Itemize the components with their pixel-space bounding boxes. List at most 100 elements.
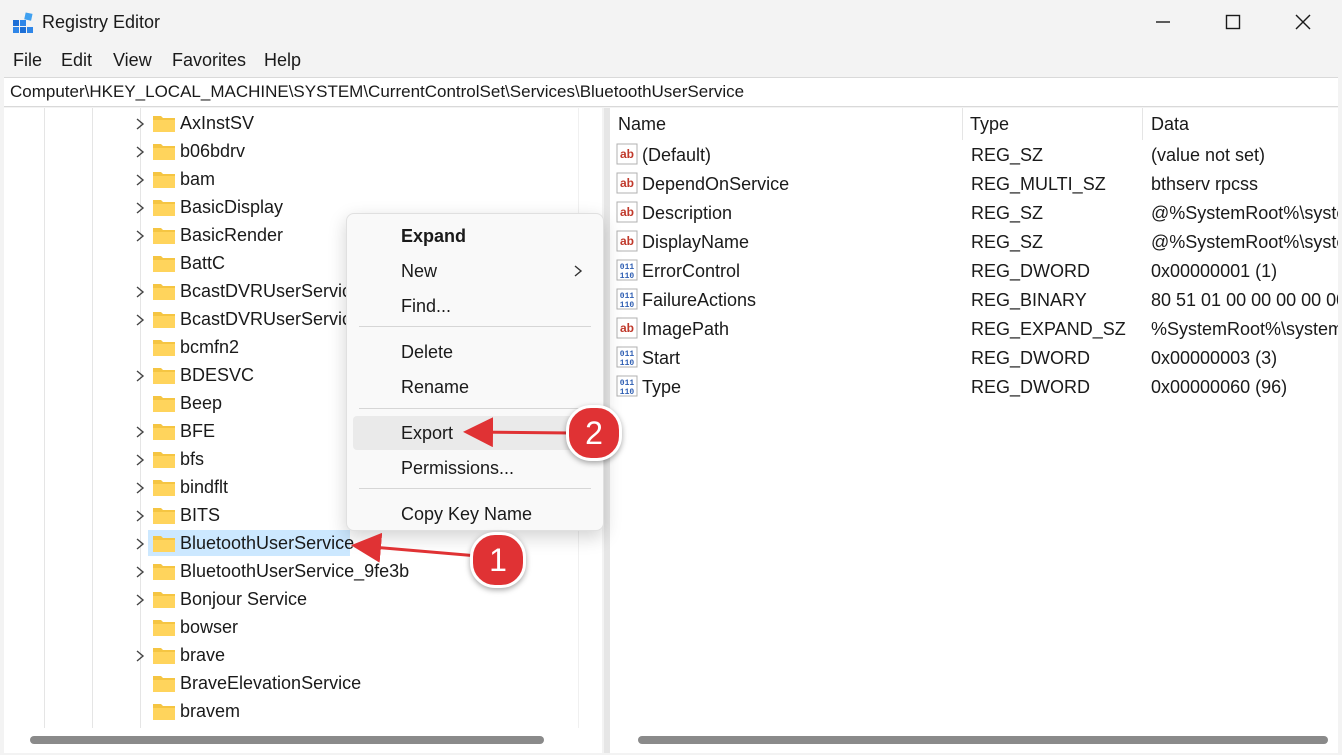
svg-text:ab: ab (620, 147, 634, 161)
folder-icon (153, 284, 175, 300)
value-data: @%SystemRoot%\system32\Microsoft.Bluetoo… (1151, 203, 1338, 223)
context-menu-item-copy-key-name[interactable]: Copy Key Name (353, 497, 597, 531)
context-menu-item-label: Export (401, 423, 454, 443)
folder-icon (153, 480, 175, 496)
string-value-icon: ab (616, 143, 638, 165)
value-row[interactable]: ab DisplayName REG_SZ @%SystemRoot%\system3… (610, 228, 1338, 257)
value-type: REG_EXPAND_SZ (971, 319, 1126, 339)
chevron-right-icon[interactable] (134, 229, 146, 243)
tree-item[interactable]: bowser (4, 614, 594, 642)
column-header-data[interactable]: Data (1151, 114, 1189, 135)
menu-edit[interactable]: Edit (61, 50, 92, 71)
chevron-right-icon[interactable] (134, 313, 146, 327)
context-menu-item-label: Permissions... (401, 458, 515, 478)
context-menu-item-export[interactable]: Export (353, 416, 597, 450)
tree-item-label: b06bdrv (180, 141, 246, 161)
chevron-right-icon[interactable] (134, 453, 146, 467)
chevron-right-icon[interactable] (134, 565, 146, 579)
value-type: REG_BINARY (971, 290, 1087, 310)
list-horizontal-scrollbar[interactable] (638, 736, 1328, 744)
svg-text:110: 110 (620, 272, 635, 281)
value-name: DisplayName (642, 232, 750, 252)
value-row[interactable]: ab ImagePath REG_EXPAND_SZ %SystemRoot%\sys… (610, 315, 1338, 344)
value-name: DependOnService (642, 174, 790, 194)
binary-value-icon: 011110 (616, 346, 638, 368)
chevron-right-icon[interactable] (134, 425, 146, 439)
context-menu-item-expand[interactable]: Expand (353, 219, 597, 253)
tree-horizontal-scrollbar[interactable] (30, 736, 544, 744)
folder-icon (153, 592, 175, 608)
folder-icon (153, 508, 175, 524)
value-row[interactable]: 011 110 FailureActions REG_BINARY 80 51 01 0… (610, 286, 1338, 315)
chevron-right-icon[interactable] (134, 173, 146, 187)
title-bar[interactable]: Registry Editor (0, 0, 1342, 44)
menu-file[interactable]: File (13, 50, 42, 71)
chevron-right-icon[interactable] (134, 117, 146, 131)
svg-text:011: 011 (620, 263, 635, 272)
svg-text:011: 011 (620, 292, 635, 301)
folder-icon (153, 340, 175, 356)
chevron-right-icon[interactable] (134, 285, 146, 299)
folder-icon (153, 396, 175, 412)
value-data: bthserv rpcss (1151, 174, 1259, 194)
tree-item[interactable]: Bonjour Service (4, 586, 594, 614)
values-list-pane[interactable]: Name Type Data ab (Default) REG_SZ (value n… (610, 108, 1338, 753)
tree-item[interactable]: b06bdrv (4, 138, 594, 166)
value-row[interactable]: ab DependOnService REG_MULTI_SZ bthserv rpc… (610, 170, 1338, 199)
address-bar[interactable]: Computer\HKEY_LOCAL_MACHINE\SYSTEM\Curre… (4, 77, 1338, 107)
value-row[interactable]: ab Description REG_SZ @%SystemRoot%\system3… (610, 199, 1338, 228)
menu-favorites[interactable]: Favorites (172, 50, 246, 71)
chevron-right-icon[interactable] (134, 145, 146, 159)
registry-editor-app-icon (13, 12, 33, 33)
context-menu-item-delete[interactable]: Delete (353, 335, 597, 369)
tree-item[interactable]: BraveElevationService (4, 670, 594, 698)
folder-icon (153, 620, 175, 636)
column-separator[interactable] (962, 108, 963, 140)
context-menu-item-label: New (401, 261, 438, 281)
tree-item[interactable]: bam (4, 166, 594, 194)
column-header-name[interactable]: Name (618, 114, 666, 135)
tree-item-label: BluetoothUserService (180, 533, 355, 553)
tree-item[interactable]: brave (4, 642, 594, 670)
value-name: FailureActions (642, 290, 757, 310)
string-value-icon: ab (616, 230, 638, 252)
tree-item-label: bravem (180, 701, 241, 721)
close-button[interactable] (1268, 0, 1338, 44)
chevron-right-icon[interactable] (134, 509, 146, 523)
value-row[interactable]: 011 110 Type REG_DWORD 0x00000060 (96) (610, 373, 1338, 402)
folder-icon (153, 368, 175, 384)
folder-icon (153, 676, 175, 692)
maximize-button[interactable] (1198, 0, 1268, 44)
chevron-right-icon[interactable] (134, 649, 146, 663)
chevron-right-icon[interactable] (134, 593, 146, 607)
column-separator[interactable] (1142, 108, 1143, 140)
value-row[interactable]: 011 110 Start REG_DWORD 0x00000003 (3) (610, 344, 1338, 373)
address-path[interactable]: Computer\HKEY_LOCAL_MACHINE\SYSTEM\Curre… (10, 82, 744, 102)
context-menu-item-permissions[interactable]: Permissions... (353, 451, 597, 485)
chevron-right-icon[interactable] (134, 481, 146, 495)
chevron-right-icon[interactable] (134, 201, 146, 215)
context-menu-item-rename[interactable]: Rename (353, 370, 597, 404)
menu-view[interactable]: View (113, 50, 152, 71)
menu-help[interactable]: Help (264, 50, 301, 71)
menu-bar: File Edit View Favorites Help (0, 46, 1342, 76)
value-name: Type (642, 377, 682, 397)
annotation-badge-1: 1 (470, 532, 526, 588)
value-row[interactable]: ab (Default) REG_SZ (value not set) (610, 141, 1338, 170)
context-menu-item-new[interactable]: New (353, 254, 597, 288)
svg-text:011: 011 (620, 350, 635, 359)
tree-item[interactable]: bravem (4, 698, 594, 726)
string-value-icon: ab (616, 201, 638, 223)
folder-icon (153, 172, 175, 188)
chevron-right-icon[interactable] (134, 537, 146, 551)
value-row[interactable]: 011 110 ErrorControl REG_DWORD 0x00000001 (1… (610, 257, 1338, 286)
value-name: ImagePath (642, 319, 730, 339)
column-header-type[interactable]: Type (970, 114, 1009, 135)
chevron-right-icon[interactable] (134, 369, 146, 383)
minimize-button[interactable] (1128, 0, 1198, 44)
context-menu-item-find[interactable]: Find... (353, 289, 597, 323)
string-value-icon: ab (616, 317, 638, 339)
tree-item[interactable]: AxInstSV (4, 110, 594, 138)
folder-icon (153, 564, 175, 580)
value-type: REG_DWORD (971, 261, 1091, 281)
